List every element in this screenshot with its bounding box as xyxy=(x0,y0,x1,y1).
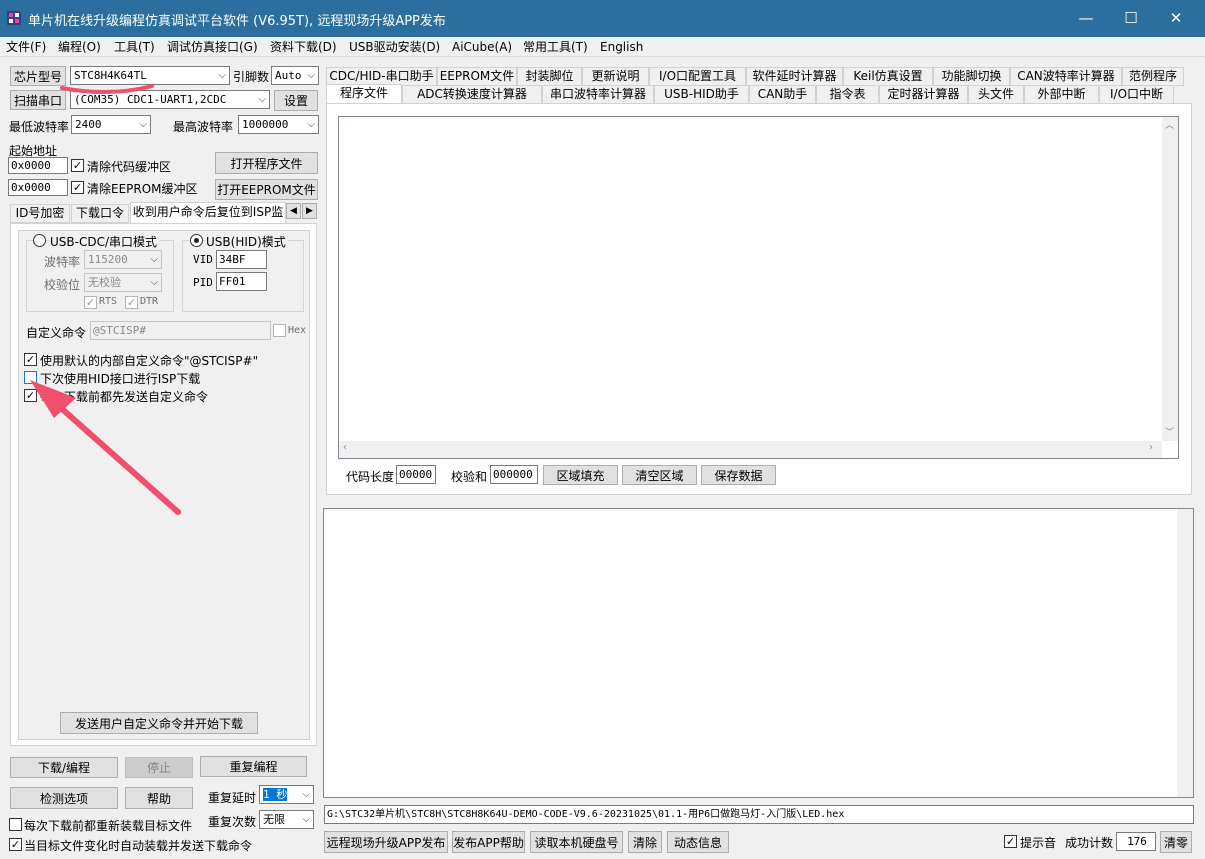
tool-tab[interactable]: CAN助手 xyxy=(749,85,816,104)
stop-button[interactable]: 停止 xyxy=(125,757,193,778)
tool-tab[interactable]: I/O口配置工具 xyxy=(649,67,746,86)
annotation-arrow-line xyxy=(49,397,181,515)
tool-tab[interactable]: 封装脚位 xyxy=(517,67,582,86)
tool-tab[interactable]: 定时器计算器 xyxy=(879,85,968,104)
tool-tab[interactable]: 更新说明 xyxy=(582,67,649,86)
minimize-button[interactable]: — xyxy=(1063,0,1109,37)
annotation-overlay xyxy=(30,84,181,515)
log-vscroll[interactable] xyxy=(1177,509,1193,797)
menu-english[interactable]: English xyxy=(598,38,645,56)
menu-usb-driver[interactable]: USB驱动安装(D) xyxy=(347,38,442,56)
success-count-value: 176 xyxy=(1116,832,1156,851)
repeat-delay-value: 1 秒 xyxy=(263,788,288,801)
tool-tab[interactable]: 软件延时计算器 xyxy=(746,67,843,86)
auto-load-checkbox[interactable]: ✓ xyxy=(9,838,22,851)
tool-tab[interactable]: 外部中断 xyxy=(1024,85,1099,104)
dynamic-info-button[interactable]: 动态信息 xyxy=(667,831,729,853)
hex-view[interactable] xyxy=(338,116,1179,459)
menu-aicube[interactable]: AiCube(A) xyxy=(450,38,514,56)
tool-tab[interactable]: I/O口中断 xyxy=(1099,85,1174,104)
repeat-count-select[interactable]: 无限 ⌵ xyxy=(259,810,314,829)
download-program-button[interactable]: 下载/编程 xyxy=(10,757,118,778)
reset-count-button[interactable]: 清零 xyxy=(1160,831,1192,853)
reload-checkbox[interactable] xyxy=(9,818,22,831)
check-options-button[interactable]: 检测选项 xyxy=(10,787,118,809)
chevron-down-icon[interactable]: ﹀ xyxy=(1165,425,1174,438)
reload-label: 每次下载前都重新装载目标文件 xyxy=(24,819,193,833)
chevron-left-icon[interactable]: ‹ xyxy=(343,442,347,453)
close-button[interactable]: ✕ xyxy=(1153,0,1199,37)
chevron-down-icon: ⌵ xyxy=(302,814,310,825)
remote-upgrade-button[interactable]: 远程现场升级APP发布 xyxy=(324,831,448,853)
beep-checkbox[interactable]: ✓ xyxy=(1004,835,1017,848)
annotation-underline xyxy=(60,84,154,94)
repeat-program-button[interactable]: 重复编程 xyxy=(200,756,307,777)
hex-view-hscroll[interactable]: ‹ › xyxy=(339,441,1162,458)
clear-log-button[interactable]: 清除 xyxy=(628,831,662,853)
repeat-count-value: 无限 xyxy=(263,813,285,826)
hex-view-vscroll[interactable]: ︿ ﹀ xyxy=(1162,117,1178,441)
maximize-button[interactable]: ☐ xyxy=(1108,0,1154,37)
chevron-up-icon[interactable]: ︿ xyxy=(1165,118,1174,131)
read-disk-button[interactable]: 读取本机硬盘号 xyxy=(530,831,623,853)
tool-tab[interactable]: 功能脚切换 xyxy=(933,67,1010,86)
tool-tab[interactable]: 指令表 xyxy=(816,85,879,104)
help-button[interactable]: 帮助 xyxy=(125,787,193,809)
checksum-value: 000000 xyxy=(490,465,538,484)
auto-load-label: 当目标文件变化时自动装载并发送下载命令 xyxy=(24,839,253,853)
repeat-delay-label: 重复延时 xyxy=(208,791,257,805)
tool-tab[interactable]: 头文件 xyxy=(968,85,1024,104)
tool-tab[interactable]: CAN波特率计算器 xyxy=(1010,67,1122,86)
tool-tab[interactable]: USB-HID助手 xyxy=(654,85,749,104)
repeat-delay-select[interactable]: 1 秒 ⌵ xyxy=(259,785,314,804)
tool-tab[interactable]: 串口波特率计算器 xyxy=(542,85,654,104)
clear-region-button[interactable]: 清空区域 xyxy=(622,465,697,485)
chevron-down-icon: ⌵ xyxy=(302,789,310,800)
checksum-label: 校验和 xyxy=(451,470,488,484)
tool-tab[interactable]: 范例程序 xyxy=(1122,67,1184,86)
code-length-value: 00000 xyxy=(396,465,436,484)
success-count-label: 成功计数 xyxy=(1065,836,1114,850)
send-command-download-button[interactable]: 发送用户自定义命令并开始下载 xyxy=(60,712,258,734)
beep-label: 提示音 xyxy=(1020,836,1057,850)
log-output[interactable] xyxy=(323,508,1194,798)
tool-tab[interactable]: Keil仿真设置 xyxy=(843,67,933,86)
menu-common-tools[interactable]: 常用工具(T) xyxy=(521,38,590,56)
save-data-button[interactable]: 保存数据 xyxy=(701,465,776,485)
tool-tab[interactable]: ADC转换速度计算器 xyxy=(402,85,542,104)
repeat-count-label: 重复次数 xyxy=(208,815,257,829)
app-help-button[interactable]: 发布APP帮助 xyxy=(452,831,525,853)
chevron-right-icon[interactable]: › xyxy=(1149,442,1153,453)
file-path-display: G:\STC32单片机\STC8H\STC8H8K64U-DEMO-CODE-V… xyxy=(324,805,1194,824)
region-fill-button[interactable]: 区域填充 xyxy=(543,465,618,485)
code-length-label: 代码长度 xyxy=(346,470,395,484)
tool-tab[interactable]: EEPROM文件 xyxy=(437,67,517,86)
